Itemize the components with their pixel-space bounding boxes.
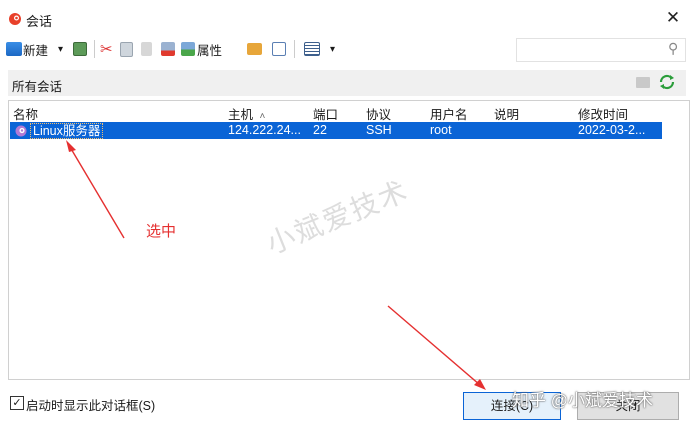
copy-icon <box>120 41 133 57</box>
session-modified-cell: 2022-03-2... <box>578 123 646 137</box>
session-list <box>8 100 690 380</box>
new-dropdown-arrow[interactable]: ▾ <box>58 39 63 59</box>
toolbar-separator <box>294 40 295 58</box>
refresh-icon[interactable] <box>656 71 678 93</box>
shortcut-icon <box>272 42 286 56</box>
folder-button[interactable] <box>247 39 262 59</box>
column-header-name[interactable]: 名称 <box>13 104 38 123</box>
connect-tool-button[interactable] <box>73 39 87 59</box>
folder-path-label: 所有会话 <box>12 80 63 94</box>
new-session-label: 新建 <box>23 43 49 58</box>
session-window-icon <box>73 42 87 56</box>
column-header-modified[interactable]: 修改时间 <box>578 104 628 123</box>
column-header-user[interactable]: 用户名 <box>430 104 468 123</box>
annotation-label: 选中 <box>146 223 177 240</box>
properties-button[interactable]: 属性 <box>181 39 222 59</box>
cut-icon[interactable]: ✂ <box>100 39 113 59</box>
view-dropdown-arrow[interactable]: ▾ <box>330 39 335 59</box>
new-session-button[interactable]: 新建 <box>6 39 48 59</box>
session-name-cell[interactable]: Linux服务器 <box>30 123 104 139</box>
column-header-host[interactable]: 主机 ˄ <box>228 104 265 123</box>
delete-button[interactable] <box>161 39 175 59</box>
properties-icon <box>181 42 195 56</box>
session-snail-icon <box>15 125 27 137</box>
window-title: 会话 <box>26 14 53 29</box>
column-header-description[interactable]: 说明 <box>494 104 519 123</box>
shortcut-button[interactable] <box>272 39 286 59</box>
column-header-host-label: 主机 <box>228 108 254 122</box>
list-view-icon <box>304 42 320 56</box>
delete-icon <box>161 42 175 56</box>
session-host-cell: 124.222.24... <box>228 123 301 137</box>
search-input[interactable] <box>516 38 686 62</box>
view-button[interactable] <box>304 39 320 59</box>
new-session-icon <box>6 42 22 56</box>
search-icon[interactable]: ⚲ <box>668 40 678 57</box>
close-window-button[interactable]: ✕ <box>662 6 684 30</box>
paste-icon <box>141 42 152 56</box>
sort-ascending-icon: ˄ <box>259 111 266 122</box>
new-folder-icon[interactable] <box>636 77 650 88</box>
session-protocol-cell: SSH <box>366 123 392 137</box>
column-header-protocol[interactable]: 协议 <box>366 104 391 123</box>
folder-path-bar <box>8 70 686 96</box>
session-port-cell: 22 <box>313 123 327 137</box>
table-row[interactable] <box>10 122 662 139</box>
title-bar <box>0 0 696 36</box>
folder-icon <box>247 43 262 55</box>
show-on-startup-checkbox[interactable]: ✓ <box>10 396 24 410</box>
app-logo-icon <box>9 13 21 25</box>
show-on-startup-label[interactable]: 启动时显示此对话框(S) <box>26 395 155 414</box>
copy-button[interactable] <box>120 39 133 59</box>
column-header-port[interactable]: 端口 <box>313 104 338 123</box>
session-user-cell: root <box>430 123 452 137</box>
footer-watermark: 知乎 @小斌爱技术 <box>512 391 653 410</box>
properties-label: 属性 <box>197 43 223 58</box>
paste-button[interactable] <box>141 39 152 59</box>
toolbar-separator <box>94 40 95 58</box>
